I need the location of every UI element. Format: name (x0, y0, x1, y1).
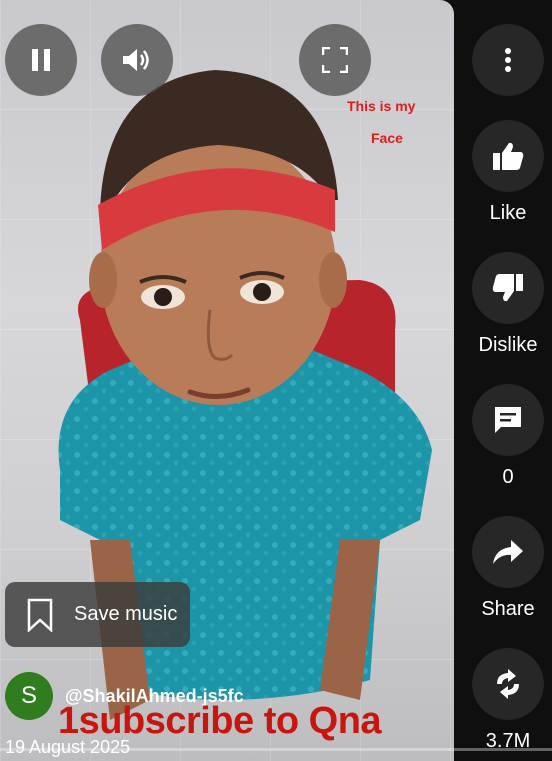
pause-button[interactable] (5, 24, 77, 96)
action-rail: Like Dislike 0 Share 3.7M (454, 0, 552, 761)
fullscreen-button[interactable] (299, 24, 371, 96)
thumbs-up-icon (493, 142, 524, 170)
save-music-label: Save music (74, 603, 178, 625)
more-button[interactable] (472, 24, 544, 96)
dislike-button[interactable] (472, 252, 544, 324)
volume-button[interactable] (101, 24, 173, 96)
save-music-button[interactable]: Save music (5, 582, 190, 647)
share-icon (493, 540, 523, 564)
pause-icon (32, 49, 50, 71)
more-vert-icon (505, 48, 511, 72)
remix-count: 3.7M (485, 730, 531, 752)
bookmark-icon (27, 598, 53, 632)
dislike-label: Dislike (478, 334, 538, 356)
thumbs-down-icon (492, 274, 523, 302)
remix-button[interactable] (472, 648, 544, 720)
overlay-text-line2: Face (371, 130, 403, 146)
video-player[interactable]: This is my Face Save music S @ShakilAhme… (0, 0, 454, 761)
comments-count: 0 (502, 466, 514, 488)
fullscreen-icon (322, 47, 348, 73)
comments-button[interactable] (472, 384, 544, 456)
share-label: Share (481, 598, 535, 620)
avatar[interactable]: S (5, 672, 53, 720)
volume-icon (123, 49, 149, 71)
share-button[interactable] (472, 516, 544, 588)
overlay-text-line1: This is my (347, 98, 416, 114)
like-label: Like (489, 202, 527, 224)
like-button[interactable] (472, 120, 544, 192)
comment-icon (495, 407, 521, 433)
remix-icon (497, 669, 519, 699)
